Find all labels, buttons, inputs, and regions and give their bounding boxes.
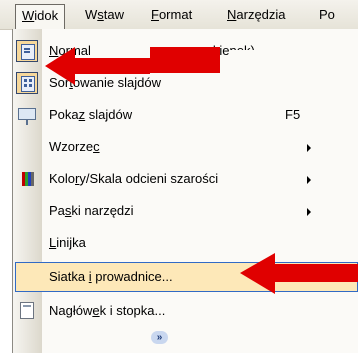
- menu-item-grid-guides-label: Siatka i prowadnice...: [49, 261, 173, 293]
- label-pre: Poka: [49, 107, 79, 122]
- view-menu-dropdown: Normal kienek) Sortowanie slajdów Pokaz s…: [12, 29, 358, 353]
- expand-chevron-icon[interactable]: »: [151, 331, 168, 344]
- label-post: ki narzędzi: [71, 203, 134, 218]
- normal-view-icon-glyph: [21, 44, 35, 60]
- slide-sorter-icon-glyph: [21, 76, 35, 92]
- menu-format-mnemonic: F: [151, 7, 159, 22]
- menu-widok-mnemonic: W: [22, 8, 35, 23]
- menu-item-slide-sorter-label: Sortowanie slajdów: [49, 67, 161, 99]
- label-post: slajdów: [85, 107, 133, 122]
- menu-item-header-footer[interactable]: Nagłówek i stopka...: [13, 295, 358, 327]
- menu-item-master[interactable]: Wzorzec: [13, 131, 358, 163]
- menu-item-ruler-label: Linijka: [49, 227, 86, 259]
- normal-view-icon: [16, 40, 38, 62]
- label-post: prowadnice...: [91, 269, 173, 284]
- label-pre: Pa: [49, 203, 65, 218]
- label-tail: kienek): [212, 43, 255, 58]
- submenu-arrow-icon: [307, 208, 311, 216]
- menu-format[interactable]: Format: [145, 4, 198, 26]
- label-pre: Siatka: [49, 269, 89, 284]
- label-pre: Wzorze: [49, 139, 94, 154]
- submenu-arrow-icon: [307, 176, 311, 184]
- menu-narzedzia-mnemonic: N: [227, 7, 237, 22]
- menu-widok[interactable]: Widok: [15, 4, 66, 30]
- slide-sorter-icon: [16, 72, 38, 94]
- label-mnemonic: N: [49, 43, 59, 58]
- menu-item-grid-guides[interactable]: Siatka i prowadnice...: [13, 261, 358, 293]
- label-pre: Kolo: [49, 171, 76, 186]
- menu-narzedzia[interactable]: Narzędzia: [221, 4, 292, 26]
- label-mnemonic: e: [92, 303, 100, 318]
- menu-wstaw-label: taw: [103, 7, 125, 22]
- menu-narzedzia-label: arzędzia: [236, 7, 286, 22]
- menu-item-ruler[interactable]: Linijka: [13, 227, 358, 259]
- menu-bar: Widok Wstaw Format Narzędzia Po: [0, 0, 358, 30]
- menu-wstaw-label-pre: W: [85, 7, 98, 22]
- menu-item-color-grayscale-label: Kolory/Skala odcieni szarości: [49, 163, 218, 195]
- menu-item-slide-show[interactable]: Pokaz slajdów F5: [13, 99, 358, 131]
- header-footer-icon: [20, 302, 34, 319]
- label-post: owanie slajdów: [72, 75, 162, 90]
- menu-item-slide-sorter[interactable]: Sortowanie slajdów: [13, 67, 358, 99]
- menu-item-slide-show-label: Pokaz slajdów: [49, 99, 132, 131]
- menu-item-toolbars[interactable]: Paski narzędzi: [13, 195, 358, 227]
- menu-item-normal[interactable]: Normal kienek): [13, 35, 358, 67]
- label-post: y/Skala odcieni szarości: [79, 171, 219, 186]
- label-pre: Sor: [49, 75, 70, 90]
- menu-item-master-label: Wzorzec: [49, 131, 100, 163]
- menu-item-color-grayscale[interactable]: Kolory/Skala odcieni szarości: [13, 163, 358, 195]
- menu-pokaz-truncated[interactable]: Po: [313, 4, 341, 26]
- color-grayscale-icon: [22, 172, 34, 186]
- menu-wstaw[interactable]: Wstaw: [79, 4, 130, 26]
- label-post: ormal: [58, 43, 91, 58]
- label-mnemonic: c: [93, 139, 100, 154]
- menu-widok-label: idok: [34, 8, 59, 23]
- label-pre: Nagłów: [49, 303, 93, 318]
- menu-item-header-footer-label: Nagłówek i stopka...: [49, 295, 165, 327]
- label-post: inijka: [56, 235, 86, 250]
- menu-format-label: ormat: [158, 7, 193, 22]
- shortcut-f5: F5: [285, 107, 301, 122]
- menu-item-toolbars-label: Paski narzędzi: [49, 195, 134, 227]
- submenu-arrow-icon: [307, 144, 311, 152]
- slide-show-icon: [18, 108, 36, 125]
- label-post: k i stopka...: [99, 303, 166, 318]
- menu-item-normal-label: Normal kienek): [49, 35, 255, 67]
